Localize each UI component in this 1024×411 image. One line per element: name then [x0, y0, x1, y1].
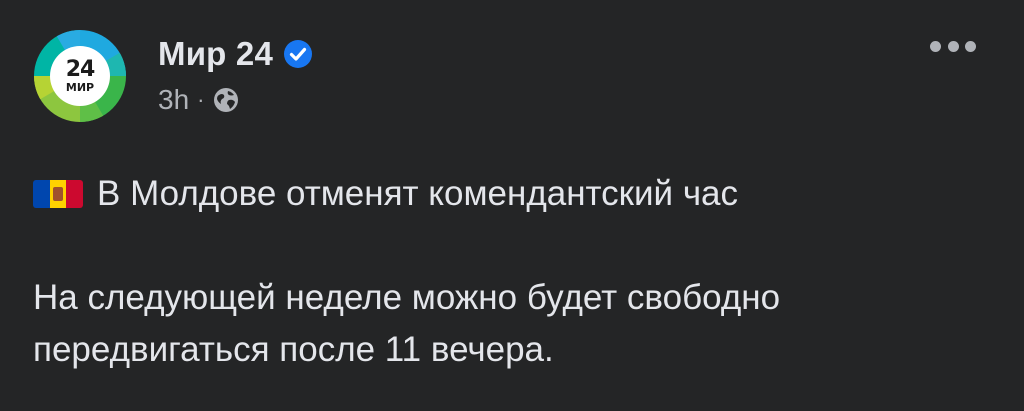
- post-subline: 3h ·: [158, 82, 313, 118]
- post-meta: Мир 24 3h ·: [158, 34, 313, 118]
- more-dot: [930, 40, 941, 52]
- name-row: Мир 24: [158, 34, 313, 74]
- more-options-icon[interactable]: [930, 36, 976, 56]
- post-header: 24 МИР Мир 24 3h ·: [32, 28, 313, 124]
- more-dot: [947, 40, 959, 52]
- avatar-label: 24 МИР: [32, 28, 128, 124]
- moldova-flag-icon: [33, 180, 83, 208]
- avatar-word: МИР: [65, 81, 95, 94]
- facebook-post: 24 МИР Мир 24 3h · В Молдове отменят ком…: [0, 0, 1024, 411]
- post-timestamp[interactable]: 3h: [158, 84, 189, 116]
- avatar[interactable]: 24 МИР: [32, 28, 128, 124]
- headline-text: В Молдове отменят комендантский час: [97, 174, 739, 213]
- globe-icon[interactable]: [212, 86, 240, 114]
- verified-badge-icon: [283, 39, 313, 69]
- post-content: В Молдове отменят комендантский час На с…: [33, 168, 993, 376]
- post-headline: В Молдове отменят комендантский час: [33, 168, 993, 220]
- separator-dot: ·: [197, 87, 205, 112]
- page-name-link[interactable]: Мир 24: [158, 35, 273, 73]
- post-body-line-1: На следующей неделе можно будет свободно: [33, 278, 781, 317]
- more-dot: [965, 40, 976, 52]
- avatar-number: 24: [65, 57, 96, 82]
- post-body-line-2: передвигаться после 11 вечера.: [33, 330, 554, 369]
